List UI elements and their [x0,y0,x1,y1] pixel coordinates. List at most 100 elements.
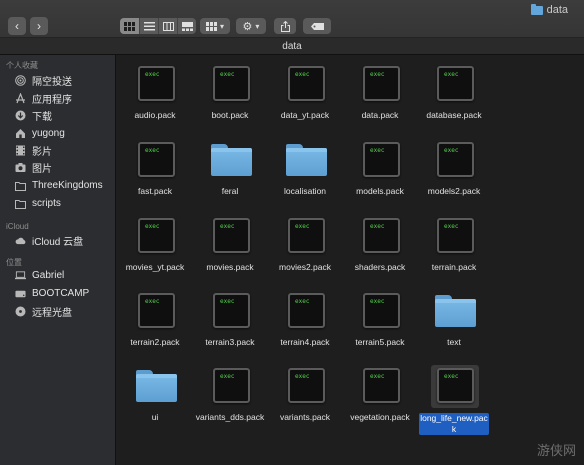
file-name: data.pack [361,110,399,120]
file-boot-pack[interactable]: exec boot.pack [193,55,267,127]
file-icon-wrap: exec [435,218,475,254]
sidebar-item-remote-disc[interactable]: 远程光盘 [15,303,72,320]
window-title: data [530,3,568,16]
window-title-label: data [546,4,568,16]
tag-icon [310,22,324,30]
sidebar-item-scripts[interactable]: scripts [15,195,61,212]
path-label: data [282,41,302,52]
file-movies2-pack[interactable]: exec movies2.pack [268,207,342,279]
gallery-icon [181,21,193,31]
file-name: database.pack [426,110,482,120]
file-shaders-pack[interactable]: exec shaders.pack [343,207,417,279]
exec-label: exec [370,298,385,305]
file-database-pack[interactable]: exec database.pack [417,55,491,127]
list-icon [143,21,155,30]
column-view-button[interactable] [158,18,177,34]
exec-label: exec [295,298,310,305]
sidebar-item-label: scripts [32,198,61,209]
share-button[interactable] [274,18,296,34]
file-movies-yt-pack[interactable]: exec movies_yt.pack [118,207,192,279]
exec-label: exec [444,71,459,78]
exec-icon: exec [213,368,250,403]
folder-text[interactable]: text [417,282,491,354]
folder-ui[interactable]: ui [118,357,192,429]
group-button[interactable]: ▾ [200,18,230,34]
downloads-icon [15,110,26,121]
exec-label: exec [220,223,235,230]
folder-icon [286,144,327,176]
file-data-pack[interactable]: exec data.pack [343,55,417,127]
exec-label: exec [370,373,385,380]
exec-label: exec [145,71,160,78]
exec-label: exec [145,147,160,154]
sidebar-item-airdrop[interactable]: 隔空投送 [15,72,72,89]
file-vegetation-pack[interactable]: exec vegetation.pack [343,357,417,429]
icon-view-button[interactable] [120,18,139,34]
sidebar-item-icloud-drive[interactable]: iCloud 云盘 [15,232,83,249]
exec-icon: exec [437,368,474,403]
exec-label: exec [370,223,385,230]
exec-icon: exec [288,218,325,253]
camera-icon [15,162,26,173]
exec-icon: exec [288,66,325,101]
file-name: boot.pack [211,110,249,120]
gallery-view-button[interactable] [177,18,196,34]
cloud-icon [15,235,26,246]
view-mode-control [120,18,196,34]
file-name: movies_yt.pack [125,262,185,272]
sidebar-item-label: 远程光盘 [32,308,72,319]
exec-icon: exec [363,142,400,177]
file-icon-wrap: exec [361,368,401,404]
sidebar-item-pictures[interactable]: 图片 [15,159,52,176]
toolbar: ‹ › ▾ ⚙ ▾ data [0,0,584,38]
file-long-life-new-pack[interactable]: exec long_life_new.pack [417,357,491,435]
back-button[interactable]: ‹ [8,17,26,35]
file-terrain2-pack[interactable]: exec terrain2.pack [118,282,192,354]
sidebar-item-gabriel[interactable]: Gabriel [15,267,64,284]
file-terrain5-pack[interactable]: exec terrain5.pack [343,282,417,354]
exec-label: exec [295,223,310,230]
sidebar-section-icloud: iCloud [6,222,29,231]
exec-icon: exec [138,142,175,177]
forward-button[interactable]: › [30,17,48,35]
sidebar-item-label: BOOTCAMP [32,288,90,299]
sidebar-item-label: ThreeKingdoms [32,180,103,191]
file-data-yt-pack[interactable]: exec data_yt.pack [268,55,342,127]
file-models-pack[interactable]: exec models.pack [343,131,417,203]
file-terrain-pack[interactable]: exec terrain.pack [417,207,491,279]
finder-window: ‹ › ▾ ⚙ ▾ data data 个人收藏 隔空投送 应用程序 下载 yu… [0,0,584,465]
sidebar-item-yugong[interactable]: yugong [15,125,65,142]
file-name: variants.pack [279,412,331,422]
exec-label: exec [295,373,310,380]
file-movies-pack[interactable]: exec movies.pack [193,207,267,279]
folder-icon [530,3,543,15]
folder-localisation[interactable]: localisation [268,131,342,203]
file-terrain4-pack[interactable]: exec terrain4.pack [268,282,342,354]
sidebar-item-movies[interactable]: 影片 [15,142,52,159]
file-icon-wrap: exec [136,142,176,178]
sidebar-item-applications[interactable]: 应用程序 [15,90,72,107]
action-button[interactable]: ⚙ ▾ [236,18,266,34]
file-variants-dds-pack[interactable]: exec variants_dds.pack [193,357,267,429]
sidebar-item-bootcamp[interactable]: BOOTCAMP [15,285,89,302]
file-name: terrain5.pack [355,337,405,347]
file-icon-wrap [435,293,476,329]
exec-label: exec [220,373,235,380]
exec-label: exec [370,71,385,78]
file-name: feral [221,186,239,196]
exec-label: exec [444,373,459,380]
file-models2-pack[interactable]: exec models2.pack [417,131,491,203]
folder-feral[interactable]: feral [193,131,267,203]
tag-button[interactable] [303,18,331,34]
exec-label: exec [444,147,459,154]
optical-disc-icon [15,306,26,317]
list-view-button[interactable] [139,18,158,34]
file-fast-pack[interactable]: exec fast.pack [118,131,192,203]
file-audio-pack[interactable]: exec audio.pack [118,55,192,127]
sidebar-item-threekingdoms[interactable]: ThreeKingdoms [15,177,103,194]
file-terrain3-pack[interactable]: exec terrain3.pack [193,282,267,354]
sidebar-item-downloads[interactable]: 下载 [15,107,52,124]
file-name: text [447,337,461,347]
file-variants-pack[interactable]: exec variants.pack [268,357,342,429]
file-name: movies.pack [206,262,254,272]
